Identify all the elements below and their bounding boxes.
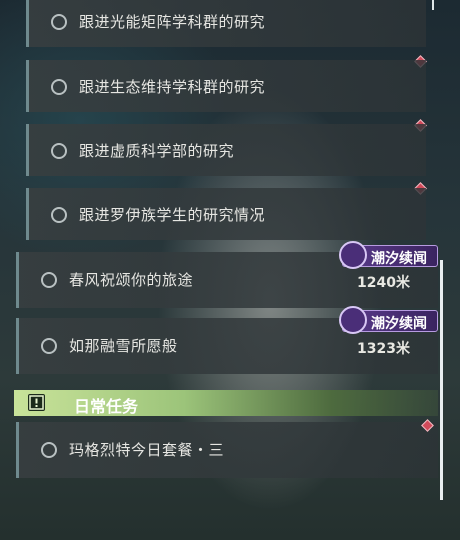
quest-item[interactable]: 跟进光能矩阵学科群的研究 (26, 0, 426, 47)
story-badge-label: 潮汐续闻 (371, 316, 427, 332)
top-divider (432, 0, 434, 10)
quest-item-label: 跟进虚质科学部的研究 (79, 142, 235, 160)
distance-readout: 1323米 (357, 341, 410, 357)
scrollbar-thumb[interactable] (440, 260, 443, 500)
story-badge: 潮汐续闻 (339, 241, 438, 269)
scrollbar[interactable] (440, 260, 443, 500)
quest-item-label: 跟进罗伊族学生的研究情况 (79, 206, 266, 224)
quest-status-circle-icon (41, 442, 57, 458)
quest-status-circle-icon (51, 14, 67, 30)
quest-item-label: 如那融雪所愿般 (69, 337, 178, 355)
quest-status-circle-icon (41, 338, 57, 354)
daily-quest-item[interactable]: 玛格烈特今日套餐・三 (16, 422, 438, 478)
daily-tasks-header[interactable]: 日常任务 (14, 390, 438, 416)
quest-item-label: 玛格烈特今日套餐・三 (69, 441, 225, 459)
quest-item[interactable]: 跟进虚质科学部的研究 (26, 124, 426, 176)
quest-status-circle-icon (51, 143, 67, 159)
quest-status-circle-icon (51, 207, 67, 223)
quest-item-label: 跟进生态维持学科群的研究 (79, 78, 266, 96)
story-badge: 潮汐续闻 (339, 306, 438, 334)
quest-tracker-panel: 跟进光能矩阵学科群的研究 跟进生态维持学科群的研究 跟进虚质科学部的研究 跟进罗… (0, 0, 460, 540)
quest-item[interactable]: 跟进罗伊族学生的研究情况 (26, 188, 426, 240)
alert-icon (28, 394, 45, 411)
quest-item-label: 春风祝颂你的旅途 (69, 271, 194, 289)
tide-icon (339, 241, 367, 269)
section-title: 日常任务 (74, 397, 139, 416)
distance-readout: 1240米 (357, 275, 410, 291)
quest-item[interactable]: 跟进生态维持学科群的研究 (26, 60, 426, 112)
quest-status-circle-icon (51, 79, 67, 95)
quest-status-circle-icon (41, 272, 57, 288)
story-badge-label: 潮汐续闻 (371, 251, 427, 267)
quest-item-label: 跟进光能矩阵学科群的研究 (79, 13, 266, 31)
tide-icon (339, 306, 367, 334)
